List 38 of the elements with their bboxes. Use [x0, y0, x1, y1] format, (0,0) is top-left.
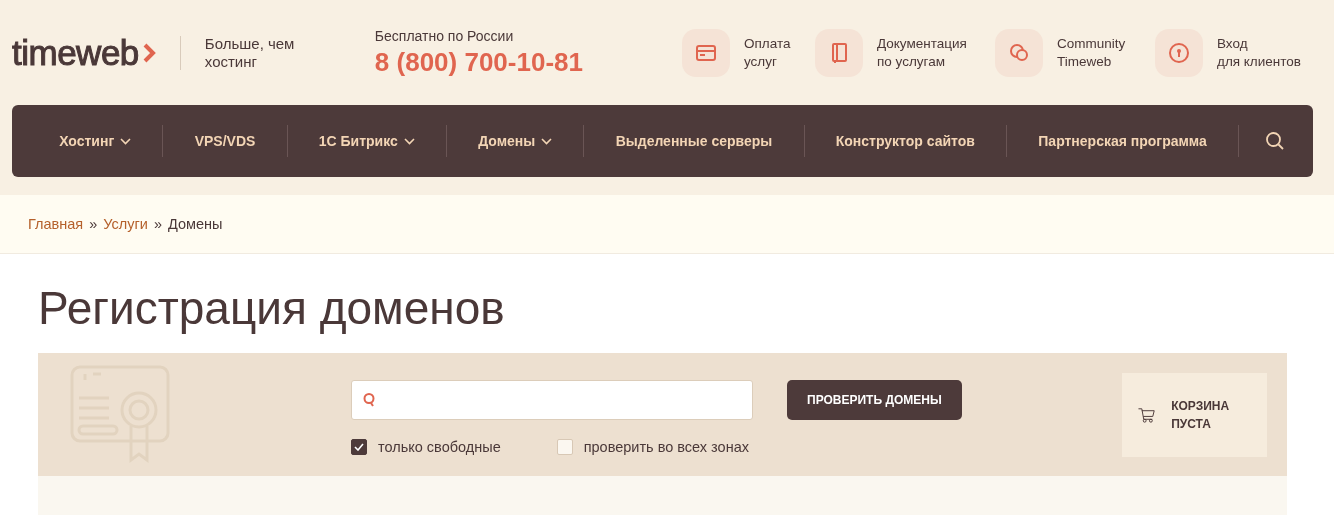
nav-item[interactable]: Конструктор сайтов	[804, 133, 1007, 149]
nav-item[interactable]: VPS/VDS	[163, 133, 287, 149]
search-icon	[1265, 131, 1286, 151]
breadcrumb-link[interactable]: Услуги	[103, 216, 148, 232]
checkbox[interactable]	[351, 439, 367, 455]
header-link[interactable]: Документация по услугам	[877, 34, 981, 71]
checkbox-label[interactable]: только свободные	[378, 439, 501, 455]
cart-button[interactable]: КОРЗИНА ПУСТА	[1122, 372, 1267, 457]
header-link[interactable]: Community Timeweb	[1057, 34, 1141, 71]
nav-item[interactable]: Выделенные серверы	[584, 133, 804, 149]
phone-caption: Бесплатно по России	[374, 27, 515, 44]
chevron-icon	[141, 41, 156, 64]
key-hole-icon	[1167, 40, 1191, 65]
logo[interactable]: timeweb	[12, 35, 139, 70]
check-icon	[354, 443, 364, 451]
icon-button[interactable]	[682, 28, 730, 77]
breadcrumb-separator: »	[153, 216, 162, 232]
breadcrumb-separator: »	[89, 216, 98, 232]
domain-search-field[interactable]	[351, 380, 753, 420]
nav-item[interactable]: 1С Битрикс	[287, 133, 446, 149]
breadcrumb-link[interactable]: Главная	[28, 216, 84, 232]
tagline: Больше, чем хостинг	[204, 34, 296, 71]
caret-icon	[403, 137, 415, 145]
nav-item[interactable]: Домены	[447, 133, 584, 149]
caret-icon	[541, 137, 553, 145]
search-icon	[362, 392, 376, 408]
icon-button[interactable]	[995, 28, 1043, 77]
page-title: Регистрация доменов	[38, 281, 506, 336]
icon-button[interactable]	[1155, 28, 1203, 77]
breadcrumb-current: Домены	[167, 216, 223, 232]
nav-item[interactable]: Партнерская программа	[1007, 133, 1239, 149]
checkbox-label[interactable]: проверить во всех зонах	[583, 439, 749, 455]
check-domains-button[interactable]: ПРОВЕРИТЬ ДОМЕНЫ	[787, 380, 962, 420]
header-link[interactable]: Оплата услуг	[744, 34, 801, 71]
nav-item[interactable]: Хостинг	[28, 133, 163, 149]
header-link[interactable]: Вход для клиентов	[1217, 34, 1313, 71]
caret-icon	[120, 137, 132, 145]
icon-button[interactable]	[815, 28, 863, 77]
